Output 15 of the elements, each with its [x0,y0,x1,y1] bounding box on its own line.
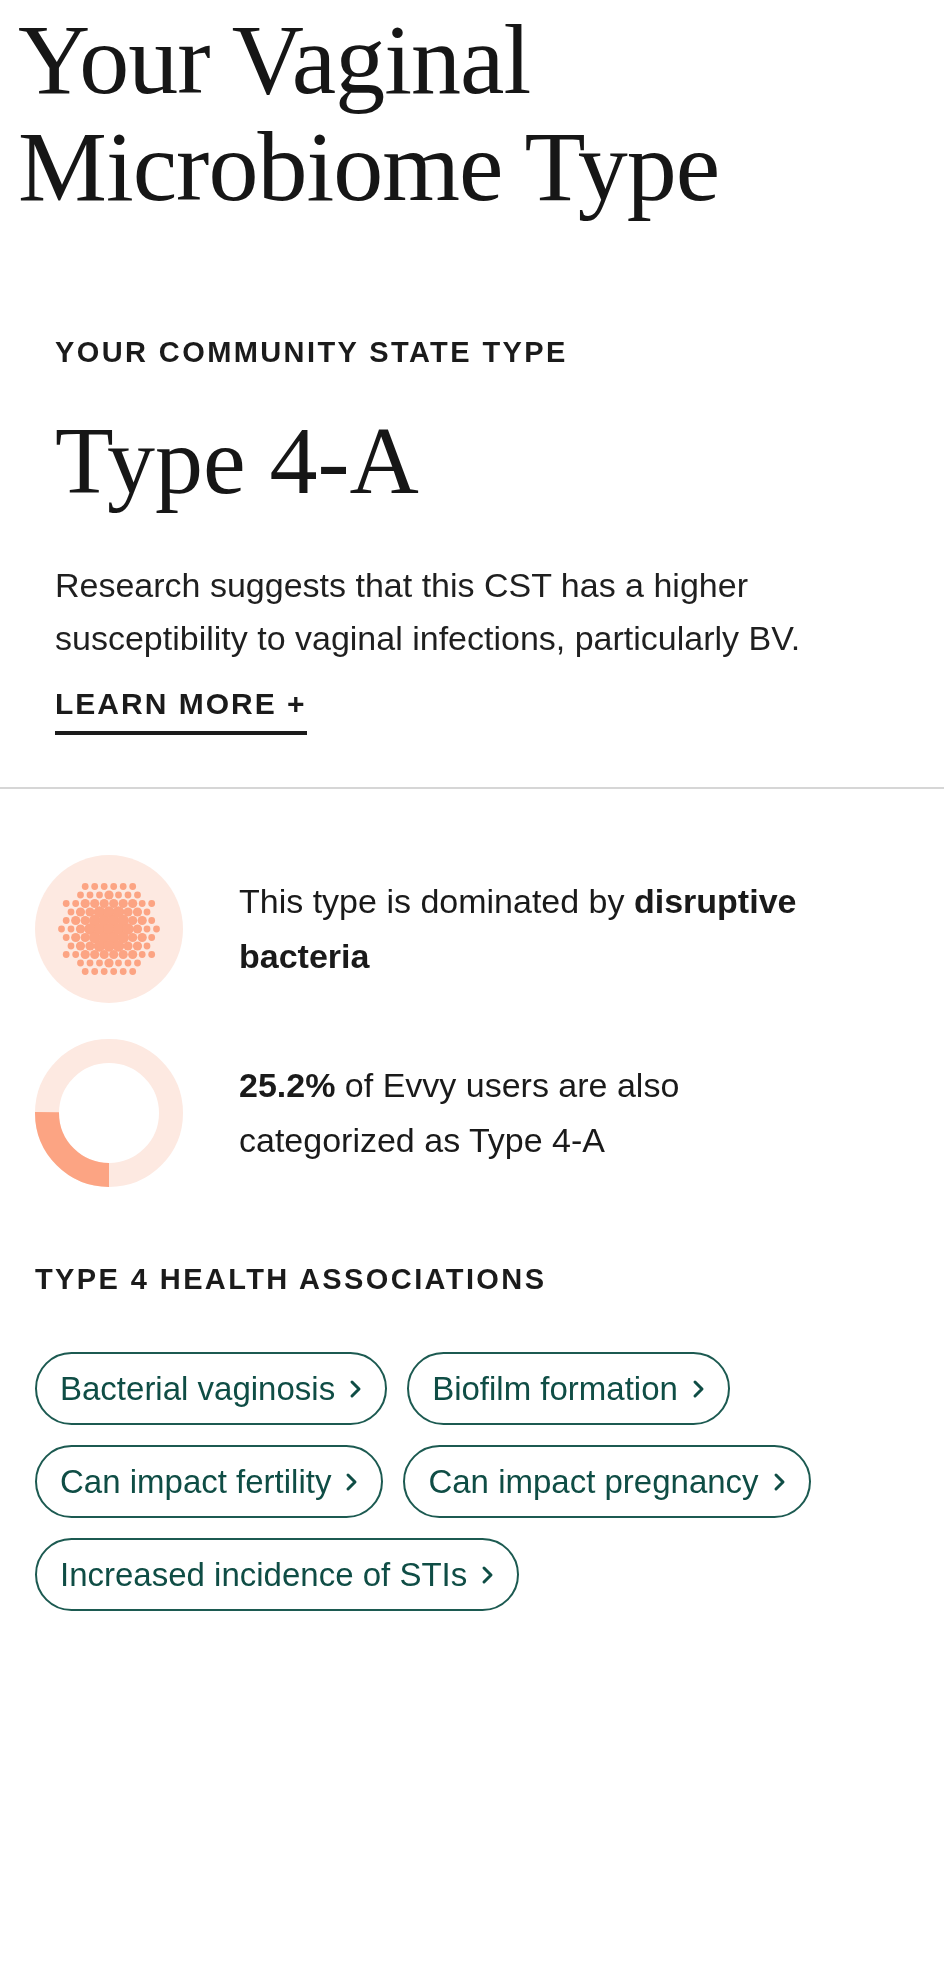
association-chip[interactable]: Bacterial vaginosis [35,1352,388,1425]
fact-text: This type is dominated by disruptive bacteria [239,881,798,977]
fact-text: 25.2% of Evvy users are also categorized as Type 4-A [239,1065,681,1161]
association-chip[interactable]: Can impact fertility [35,1445,384,1518]
section-label: YOUR COMMUNITY STATE TYPE [55,338,569,367]
association-chip[interactable]: Biofilm formation [407,1352,730,1425]
chevron-right-icon [691,1378,706,1399]
association-chip[interactable]: Increased incidence of STIs [35,1538,520,1611]
chevron-right-icon [772,1471,787,1492]
bacteria-icon [35,855,183,1003]
page-title: Your Vaginal Microbiome Type [17,3,720,220]
cst-description: Research suggests that this CST has a higher susceptibility to vaginal infections, particularly BV. [55,565,802,659]
association-chip[interactable]: Can impact pregnancy [403,1445,811,1518]
section-heading: TYPE 4 HEALTH ASSOCIATIONS [35,1263,548,1296]
learn-more-link[interactable]: LEARN MORE + [55,687,307,735]
